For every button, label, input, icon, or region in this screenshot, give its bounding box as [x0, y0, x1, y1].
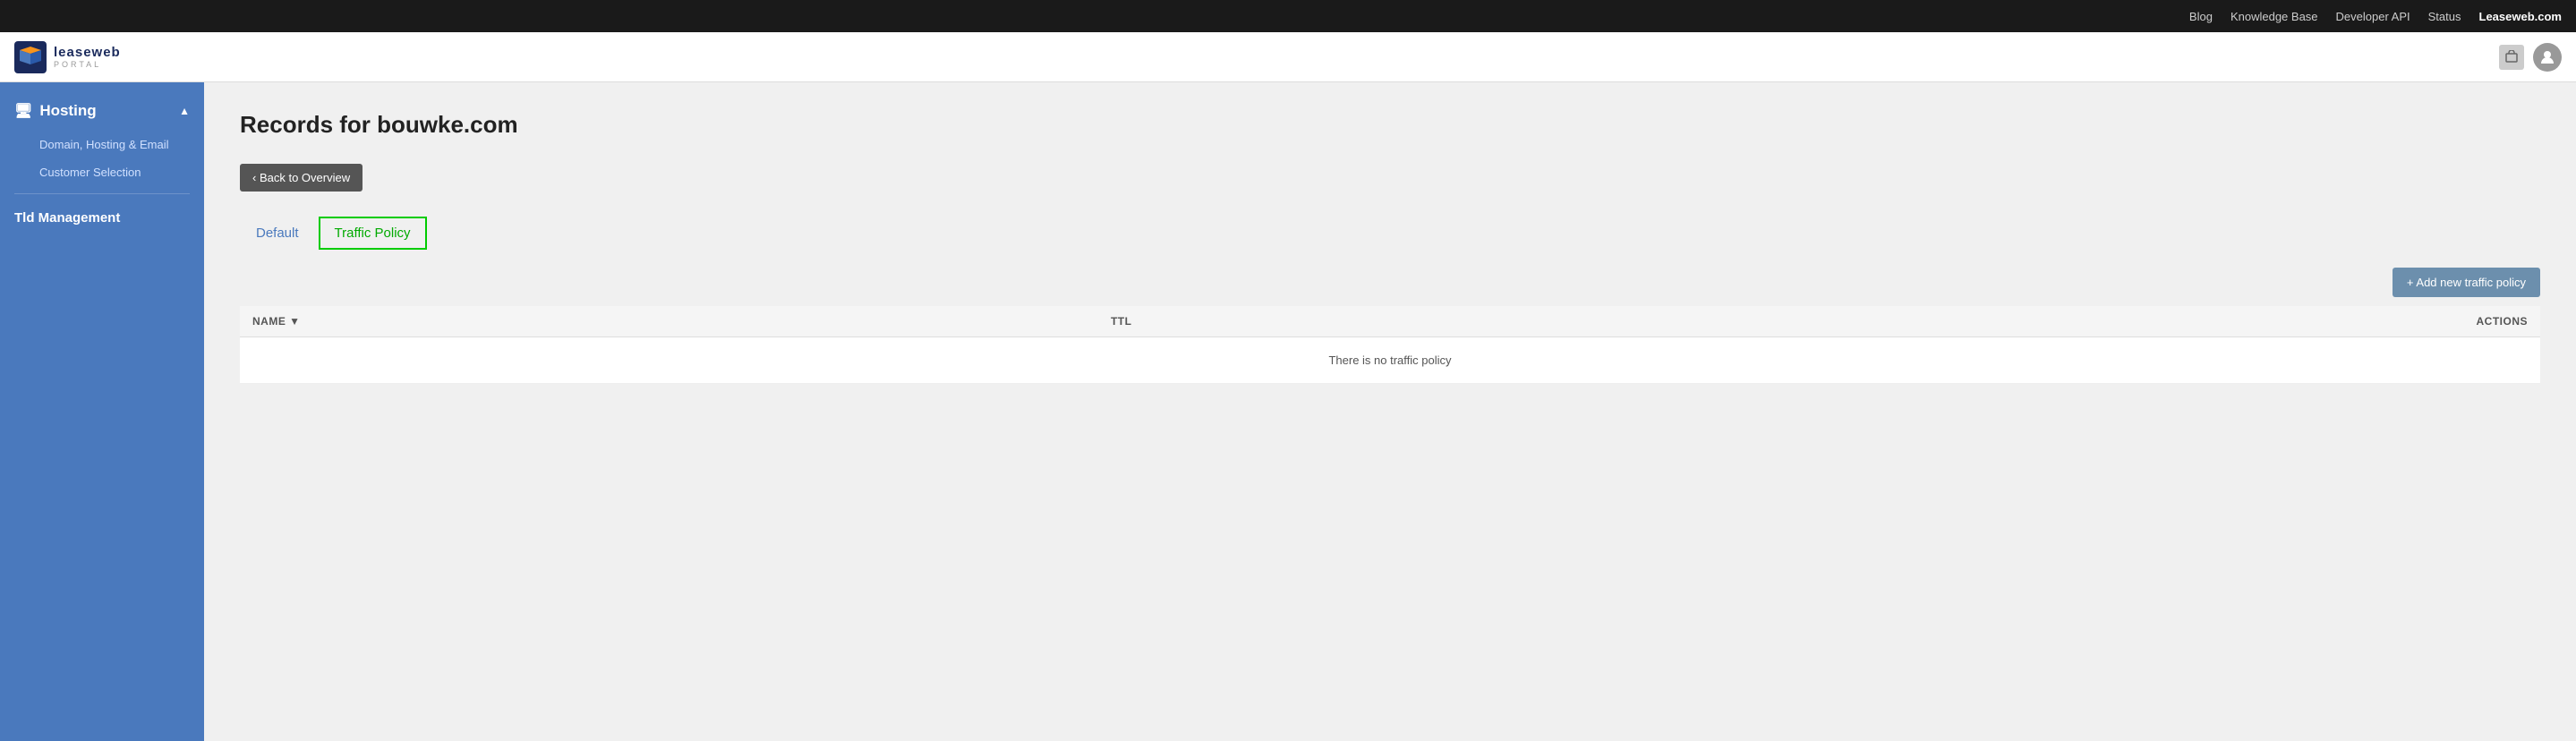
sidebar-item-domain-hosting[interactable]: Domain, Hosting & Email — [0, 131, 204, 158]
nav-blog[interactable]: Blog — [2189, 10, 2213, 23]
table-toolbar: + Add new traffic policy — [240, 268, 2540, 297]
chevron-up-icon: ▲ — [179, 105, 190, 117]
empty-message: There is no traffic policy — [240, 337, 2540, 384]
main-content: Records for bouwke.com ‹ Back to Overvie… — [204, 82, 2576, 741]
nav-leaseweb[interactable]: Leaseweb.com — [2479, 10, 2563, 23]
header-right — [2499, 43, 2562, 72]
user-avatar[interactable] — [2533, 43, 2562, 72]
col-ttl: TTL — [1098, 306, 1641, 337]
top-navigation: Blog Knowledge Base Developer API Status… — [0, 0, 2576, 32]
add-traffic-policy-button[interactable]: + Add new traffic policy — [2393, 268, 2540, 297]
col-name[interactable]: NAME ▼ — [240, 306, 1098, 337]
logo-sub: PORTAL — [54, 60, 121, 69]
monitor-icon: 🖥 — [14, 102, 32, 120]
col-actions: ACTIONS — [1641, 306, 2540, 337]
sidebar-hosting-header[interactable]: 🖥 Hosting ▲ — [0, 91, 204, 131]
page-title: Records for bouwke.com — [240, 111, 2540, 139]
tab-traffic-policy[interactable]: Traffic Policy — [319, 217, 427, 250]
back-to-overview-button[interactable]: ‹ Back to Overview — [240, 164, 363, 192]
nav-knowledge-base[interactable]: Knowledge Base — [2231, 10, 2318, 23]
sidebar-divider — [14, 193, 190, 194]
sidebar-hosting-label: Hosting — [39, 102, 96, 120]
sidebar-tld-label[interactable]: Tld Management — [0, 201, 204, 234]
sidebar: 🖥 Hosting ▲ Domain, Hosting & Email Cust… — [0, 82, 204, 741]
table-body: There is no traffic policy — [240, 337, 2540, 384]
nav-developer-api[interactable]: Developer API — [2336, 10, 2410, 23]
notifications-icon[interactable] — [2499, 45, 2524, 70]
sidebar-item-customer-selection[interactable]: Customer Selection — [0, 158, 204, 186]
header-bar: leaseweb PORTAL — [0, 32, 2576, 82]
main-layout: 🖥 Hosting ▲ Domain, Hosting & Email Cust… — [0, 82, 2576, 741]
nav-status[interactable]: Status — [2428, 10, 2461, 23]
logo-text: leaseweb — [54, 45, 121, 60]
traffic-policy-table: NAME ▼ TTL ACTIONS There is no traffic p… — [240, 306, 2540, 384]
tab-default[interactable]: Default — [240, 217, 315, 250]
leaseweb-logo-icon — [14, 41, 47, 73]
tabs-bar: Default Traffic Policy — [240, 217, 2540, 250]
table-empty-row: There is no traffic policy — [240, 337, 2540, 384]
table-header: NAME ▼ TTL ACTIONS — [240, 306, 2540, 337]
logo-area: leaseweb PORTAL — [14, 41, 121, 73]
